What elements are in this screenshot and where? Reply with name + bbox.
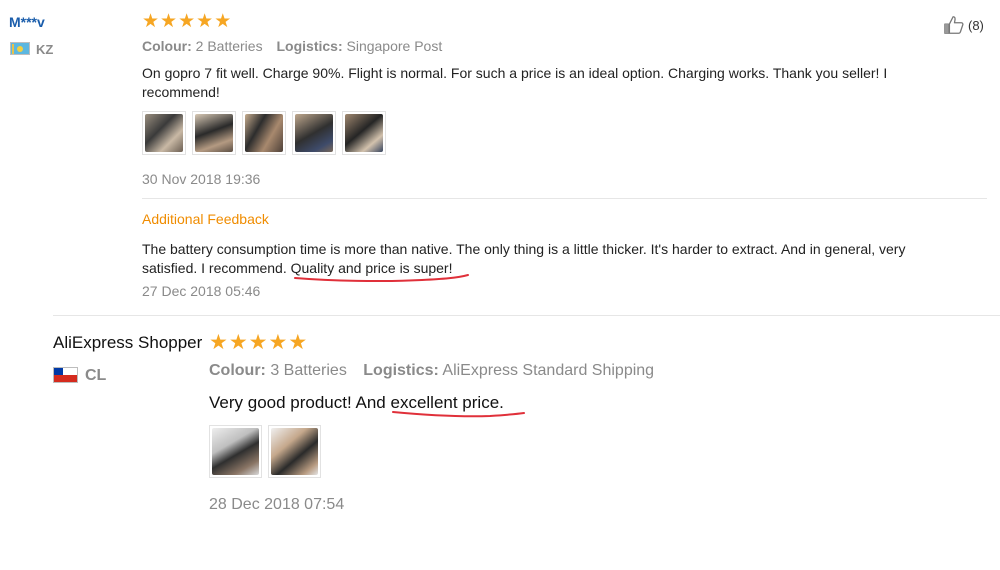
additional-feedback-date: 27 Dec 2018 05:46	[142, 283, 261, 299]
review-photo-thumbnail[interactable]	[268, 425, 321, 478]
reviewer-country: KZ	[36, 42, 54, 57]
star-icon: ★	[178, 11, 196, 32]
review-text-line: On gopro 7 fit well. Charge 90%. Flight …	[142, 65, 888, 81]
additional-text-line: satisfied. I recommend. Quality and pric…	[142, 259, 905, 278]
star-icon: ★	[268, 331, 288, 354]
reviewer-country: CL	[85, 367, 107, 384]
review-date: 28 Dec 2018 07:54	[209, 496, 345, 513]
star-icon: ★	[142, 11, 160, 32]
helpful-count: (8)	[968, 17, 984, 33]
highlighted-phrase: excellent price.	[390, 393, 504, 412]
star-icon: ★	[228, 331, 248, 354]
photo-image	[245, 114, 283, 152]
review-text-line: recommend!	[142, 84, 220, 100]
review-photo-thumbnail[interactable]	[342, 111, 386, 155]
review-text: On gopro 7 fit well. Charge 90%. Flight …	[142, 64, 887, 102]
review-photos	[142, 111, 386, 155]
photo-image	[195, 114, 233, 152]
colour-value: 3 Batteries	[270, 362, 347, 379]
additional-text-line: The battery consumption time is more tha…	[142, 241, 906, 257]
logistics-label: Logistics:	[363, 362, 439, 379]
review-photos	[209, 425, 321, 478]
photo-image	[212, 428, 259, 475]
order-info: Colour: 2 Batteries Logistics: Singapore…	[142, 38, 442, 54]
review-text: Very good product! And excellent price.	[209, 393, 504, 413]
photo-image	[145, 114, 183, 152]
star-icon: ★	[248, 331, 268, 354]
reviewer-name: AliExpress Shopper	[53, 333, 203, 352]
thumbs-up-button[interactable]: (8)	[943, 14, 984, 36]
review-photo-thumbnail[interactable]	[142, 111, 186, 155]
colour-value: 2 Batteries	[195, 38, 263, 54]
thumbs-up-icon	[944, 16, 964, 34]
cl-flag-icon	[53, 367, 78, 383]
star-icon: ★	[288, 331, 308, 354]
review-photo-thumbnail[interactable]	[192, 111, 236, 155]
kz-flag-icon	[10, 42, 30, 55]
star-icon: ★	[196, 11, 214, 32]
review-photo-thumbnail[interactable]	[209, 425, 262, 478]
additional-feedback-text: The battery consumption time is more tha…	[142, 240, 905, 278]
star-icon: ★	[214, 11, 232, 32]
review-photo-thumbnail[interactable]	[292, 111, 336, 155]
logistics-value: Singapore Post	[346, 38, 443, 54]
review-text-prefix: Very good product! And	[209, 393, 386, 412]
logistics-label: Logistics:	[276, 38, 343, 54]
star-icon: ★	[160, 11, 178, 32]
photo-image	[295, 114, 333, 152]
rating-stars: ★ ★ ★ ★ ★	[142, 12, 231, 31]
divider	[142, 198, 987, 199]
order-info: Colour: 3 Batteries Logistics: AliExpres…	[209, 362, 654, 380]
review-divider	[53, 315, 1000, 316]
star-icon: ★	[209, 331, 228, 354]
logistics-value: AliExpress Standard Shipping	[442, 362, 655, 379]
photo-image	[345, 114, 383, 152]
rating-stars: ★ ★ ★ ★ ★	[209, 332, 307, 353]
reviewer-name[interactable]: M***v	[9, 14, 45, 30]
colour-label: Colour:	[209, 362, 266, 379]
highlighted-phrase: Quality and price is super!	[290, 260, 453, 276]
colour-label: Colour:	[142, 38, 192, 54]
review-date: 30 Nov 2018 19:36	[142, 171, 261, 187]
additional-text-prefix: satisfied. I recommend.	[142, 260, 287, 276]
review-photo-thumbnail[interactable]	[242, 111, 286, 155]
photo-image	[271, 428, 318, 475]
additional-feedback-title: Additional Feedback	[142, 211, 269, 227]
